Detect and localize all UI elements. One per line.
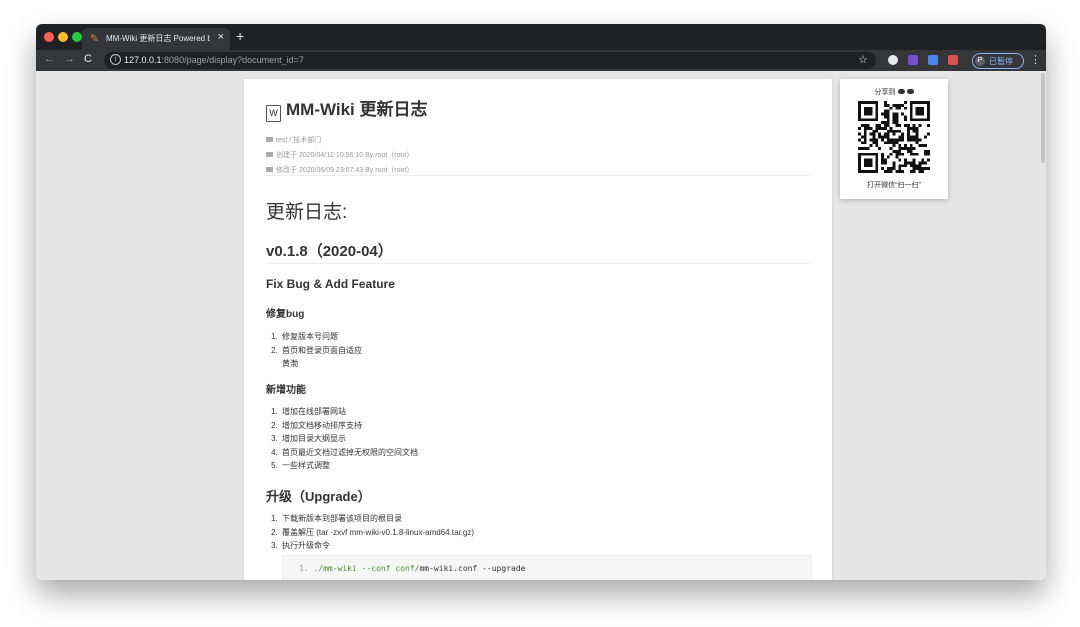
profile-button[interactable]: P 已暂停 [972, 53, 1024, 69]
calendar-icon [266, 152, 273, 157]
list-item: 增加在线部署网站 [280, 405, 418, 419]
new-tab-button[interactable]: + [236, 29, 244, 43]
version-heading: v0.1.8（2020-04） [266, 243, 393, 260]
upgrade-list: 下载新版本到部署该项目的根目录 覆盖解压 (tar -zxvf mm-wiki-… [266, 512, 474, 553]
upgrade-heading: 升级（Upgrade） [266, 489, 371, 504]
back-arrow-icon[interactable]: ← [44, 53, 55, 65]
edit-icon [266, 167, 273, 172]
list-item: 修复版本号问题 [280, 330, 362, 344]
feature-heading: 新增功能 [266, 385, 306, 396]
tab-title: MM-Wiki 更新日志 Powered by [106, 34, 210, 43]
address-bar[interactable]: i 127.0.0.1:8080/page/display?document_i… [104, 52, 876, 69]
document-icon: W [266, 105, 281, 122]
scrollbar[interactable] [1041, 73, 1045, 163]
maximize-window-button[interactable] [72, 32, 82, 42]
translate-extension-icon[interactable] [928, 55, 938, 65]
reload-icon[interactable]: C [84, 53, 92, 65]
browser-window: ✎ MM-Wiki 更新日志 Powered by × + ← → C i 12… [36, 24, 1046, 580]
section-heading: Fix Bug & Add Feature [266, 277, 395, 291]
minimize-window-button[interactable] [58, 32, 68, 42]
folder-icon [266, 137, 273, 142]
site-info-icon[interactable]: i [110, 54, 121, 65]
qr-code-image [858, 101, 930, 173]
extension-icon[interactable] [948, 55, 958, 65]
list-item: 增加文档移动排序支持 [280, 419, 418, 433]
space-path[interactable]: test / 技术部门 [266, 135, 321, 145]
page-title: W MM-Wiki 更新日志 [266, 95, 428, 122]
wechat-icon[interactable] [897, 89, 905, 94]
list-item-continuation: 黄渤 [282, 359, 298, 368]
code-line: 1. ./mm-wiki --conf conf/mm-wiki.conf --… [299, 564, 526, 573]
share-title: 分享到 [840, 87, 948, 97]
page-viewport: W MM-Wiki 更新日志 test / 技术部门 创建于 2020/04/12… [36, 71, 1046, 580]
avatar: P [975, 56, 985, 66]
divider [266, 263, 810, 264]
tab-close-icon[interactable]: × [218, 31, 224, 43]
share-panel: 分享到 打开微信“扫一扫” [840, 79, 948, 199]
list-item: 增加目录大纲显示 [280, 432, 418, 446]
content-heading: 更新日志: [266, 202, 348, 223]
feature-list: 增加在线部署网站 增加文档移动排序支持 增加目录大纲显示 首页最近文档过滤掉无权… [266, 405, 418, 473]
list-item: 首页和登录页面自适应黄渤 [280, 344, 362, 371]
close-window-button[interactable] [44, 32, 54, 42]
profile-status: 已暂停 [989, 57, 1013, 66]
site-favicon-icon: ✎ [90, 33, 100, 45]
extension-icon[interactable] [888, 55, 898, 65]
list-item: 下载新版本到部署该项目的根目录 [280, 512, 474, 526]
extension-icon[interactable] [908, 55, 918, 65]
bookmark-star-icon[interactable]: ☆ [858, 53, 868, 66]
forward-arrow-icon[interactable]: → [64, 53, 75, 65]
list-item: 执行升级命令 [280, 539, 474, 553]
tab-bar: ✎ MM-Wiki 更新日志 Powered by × + [36, 24, 1046, 50]
divider [266, 175, 810, 176]
qq-icon[interactable] [906, 89, 914, 94]
list-item: 首页最近文档过滤掉无权限的空间文档 [280, 446, 418, 460]
list-item: 覆盖解压 (tar -zxvf mm-wiki-v0.1.8-linux-amd… [280, 526, 474, 540]
created-info: 创建于 2020/04/12 10:56:10 By root（root） [266, 150, 413, 160]
qr-caption: 打开微信“扫一扫” [867, 182, 921, 189]
modified-info: 修改于 2020/06/09 23:07:43 By root（root） [266, 165, 413, 175]
browser-toolbar: ← → C i 127.0.0.1:8080/page/display?docu… [36, 50, 1046, 71]
fix-heading: 修复bug [266, 309, 305, 320]
browser-menu-icon[interactable]: ⋮ [1030, 53, 1041, 66]
code-block[interactable]: 1. ./mm-wiki --conf conf/mm-wiki.conf --… [282, 555, 812, 580]
fix-list: 修复版本号问题 首页和登录页面自适应黄渤 [266, 330, 362, 371]
browser-tab[interactable]: ✎ MM-Wiki 更新日志 Powered by × [82, 28, 230, 50]
document-article: W MM-Wiki 更新日志 test / 技术部门 创建于 2020/04/12… [244, 79, 832, 580]
list-item: 一些样式调整 [280, 459, 418, 473]
url-text[interactable]: 127.0.0.1:8080/page/display?document_id=… [124, 55, 304, 65]
